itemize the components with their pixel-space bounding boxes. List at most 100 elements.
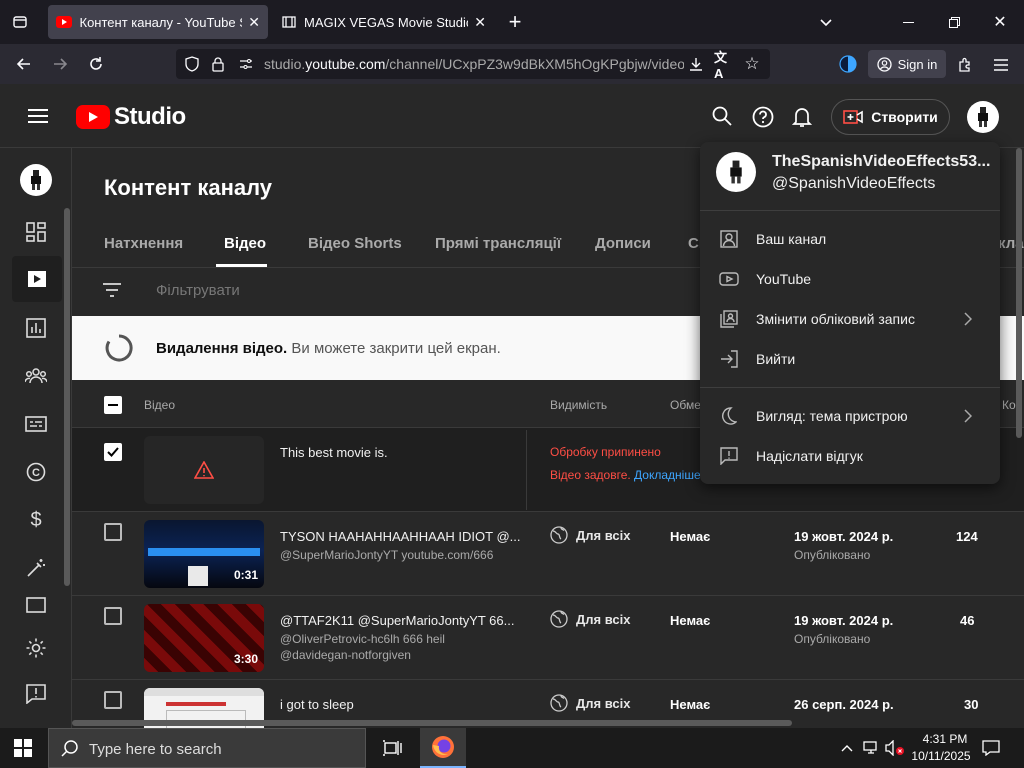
task-view-icon[interactable] [380, 736, 404, 760]
analytics-icon[interactable] [16, 308, 56, 348]
community-icon[interactable] [16, 356, 56, 396]
firefox-taskbar-button[interactable] [420, 728, 466, 768]
translate-icon[interactable]: 文A [714, 50, 734, 81]
video-title[interactable]: TYSON HAAHAHHAAHHAAH IDIOT @... [280, 529, 521, 544]
customization-wand-icon[interactable] [16, 548, 56, 588]
firefox-icon [431, 735, 455, 759]
earn-dollar-icon[interactable]: $ [16, 500, 56, 540]
visibility-public[interactable]: Для всіх [550, 694, 630, 712]
hamburger-menu-icon[interactable] [990, 54, 1012, 76]
video-title[interactable]: i got to sleep [280, 697, 354, 712]
row-checkbox[interactable] [104, 523, 122, 541]
settings-gear-icon[interactable] [16, 628, 56, 668]
notification-center-icon[interactable] [980, 738, 1002, 758]
create-button[interactable]: Створити [831, 99, 950, 135]
tab-posts[interactable]: Дописи [595, 235, 651, 252]
column-comments-header[interactable]: Ко [1002, 398, 1016, 412]
tab-youtube-studio[interactable]: Контент каналу - YouTube Studio ✕ [48, 5, 268, 39]
studio-logo[interactable]: Studio [76, 103, 186, 131]
network-icon[interactable] [862, 738, 880, 758]
taskbar-search-box[interactable]: Type here to search [48, 728, 366, 768]
sign-in-button[interactable]: Sign in [868, 50, 946, 78]
switch-account-icon [718, 308, 740, 330]
restriction-value: Немає [670, 613, 711, 628]
tab-overflow-chevron-icon[interactable] [814, 10, 838, 34]
video-thumbnail[interactable]: 3:30 [144, 604, 264, 672]
reload-icon[interactable] [84, 52, 108, 76]
tray-chevron-up-icon[interactable] [838, 738, 856, 758]
menu-item-send-feedback[interactable]: Надіслати відгук [700, 436, 1000, 476]
help-icon[interactable] [752, 106, 774, 128]
search-icon[interactable] [712, 106, 732, 126]
tab-inspiration[interactable]: Натхнення [104, 235, 183, 252]
studio-logo-text: Studio [114, 103, 186, 130]
row-checkbox-checked[interactable] [104, 443, 122, 461]
forward-arrow-icon[interactable] [48, 52, 72, 76]
dashboard-icon[interactable] [16, 212, 56, 252]
content-icon[interactable] [12, 256, 62, 302]
permissions-icon[interactable] [236, 54, 256, 74]
download-icon[interactable] [686, 54, 706, 74]
video-thumbnail-error[interactable] [144, 436, 264, 504]
menu-item-appearance[interactable]: Вигляд: тема пристрою [700, 396, 1000, 436]
video-thumbnail[interactable]: 0:31 [144, 520, 264, 588]
restore-window-icon[interactable] [942, 10, 966, 34]
column-restrictions-header[interactable]: Обме [670, 398, 701, 412]
clock-time[interactable]: 4:31 PM [916, 732, 974, 746]
horizontal-scrollbar[interactable] [72, 720, 792, 726]
tab-videos[interactable]: Відео [224, 235, 266, 252]
menu-icon[interactable] [28, 108, 48, 124]
back-arrow-icon[interactable] [12, 52, 36, 76]
row-checkbox[interactable] [104, 607, 122, 625]
publish-date: 19 жовт. 2024 р. [794, 613, 894, 628]
subtitles-icon[interactable] [16, 404, 56, 444]
filter-input[interactable]: Фільтрувати [156, 282, 240, 299]
tab-list-icon[interactable] [8, 10, 32, 34]
extensions-puzzle-icon[interactable] [954, 54, 976, 76]
menu-item-label: Ваш канал [756, 231, 827, 247]
account-menu: TheSpanishVideoEffects53... @SpanishVide… [700, 142, 1000, 484]
extension-half-circle-icon[interactable] [838, 54, 858, 74]
windows-start-icon[interactable] [12, 738, 34, 758]
learn-more-link[interactable]: Докладніше [634, 468, 700, 482]
content-scrollbar[interactable] [1016, 148, 1022, 438]
lock-icon[interactable] [208, 54, 228, 74]
account-name: TheSpanishVideoEffects53... [772, 153, 991, 170]
tab-magix-vegas[interactable]: MAGIX VEGAS Movie Studio 14 ✕ [274, 5, 494, 39]
column-visibility-header[interactable]: Видимість [550, 398, 607, 412]
send-feedback-icon[interactable] [16, 674, 56, 714]
visibility-public[interactable]: Для всіх [550, 610, 630, 628]
menu-item-switch-account[interactable]: Змінити обліковий запис [700, 299, 1000, 339]
bookmark-star-icon[interactable]: ☆ [742, 54, 762, 74]
menu-avatar [716, 152, 756, 192]
tab-live[interactable]: Прямі трансляції [435, 235, 561, 252]
account-avatar[interactable] [967, 101, 999, 133]
visibility-public[interactable]: Для всіх [550, 526, 630, 544]
filter-icon[interactable] [102, 282, 122, 298]
video-title[interactable]: This best movie is. [280, 445, 388, 460]
menu-item-sign-out[interactable]: Вийти [700, 339, 1000, 379]
volume-muted-icon[interactable] [884, 738, 906, 758]
column-video-header[interactable]: Відео [144, 398, 175, 412]
menu-item-your-channel[interactable]: Ваш канал [700, 219, 1000, 259]
sidebar-channel-avatar[interactable] [20, 164, 52, 196]
sidebar-scrollbar[interactable] [64, 208, 70, 586]
notifications-bell-icon[interactable] [792, 106, 812, 128]
menu-item-youtube[interactable]: YouTube [700, 259, 1000, 299]
url-bar[interactable]: studio.youtube.com/channel/UCxpPZ3w9dBkX… [176, 49, 770, 81]
copyright-icon[interactable]: C [16, 452, 56, 492]
url-host: youtube.com [305, 56, 386, 72]
close-window-icon[interactable]: ✕ [988, 10, 1012, 34]
close-tab-icon[interactable]: ✕ [248, 14, 260, 31]
visibility-label: Для всіх [576, 527, 631, 543]
audio-library-icon[interactable] [16, 594, 56, 614]
close-tab-icon[interactable]: ✕ [474, 14, 486, 31]
shield-icon[interactable] [182, 54, 202, 74]
select-all-checkbox[interactable] [104, 396, 122, 414]
row-checkbox[interactable] [104, 691, 122, 709]
minimize-window-icon[interactable] [896, 10, 920, 34]
tab-shorts[interactable]: Відео Shorts [308, 235, 402, 252]
video-title[interactable]: @TTAF2K11 @SuperMarioJontyYT 66... [280, 613, 514, 628]
new-tab-button[interactable]: + [502, 8, 528, 36]
clock-date[interactable]: 10/11/2025 [908, 749, 974, 763]
